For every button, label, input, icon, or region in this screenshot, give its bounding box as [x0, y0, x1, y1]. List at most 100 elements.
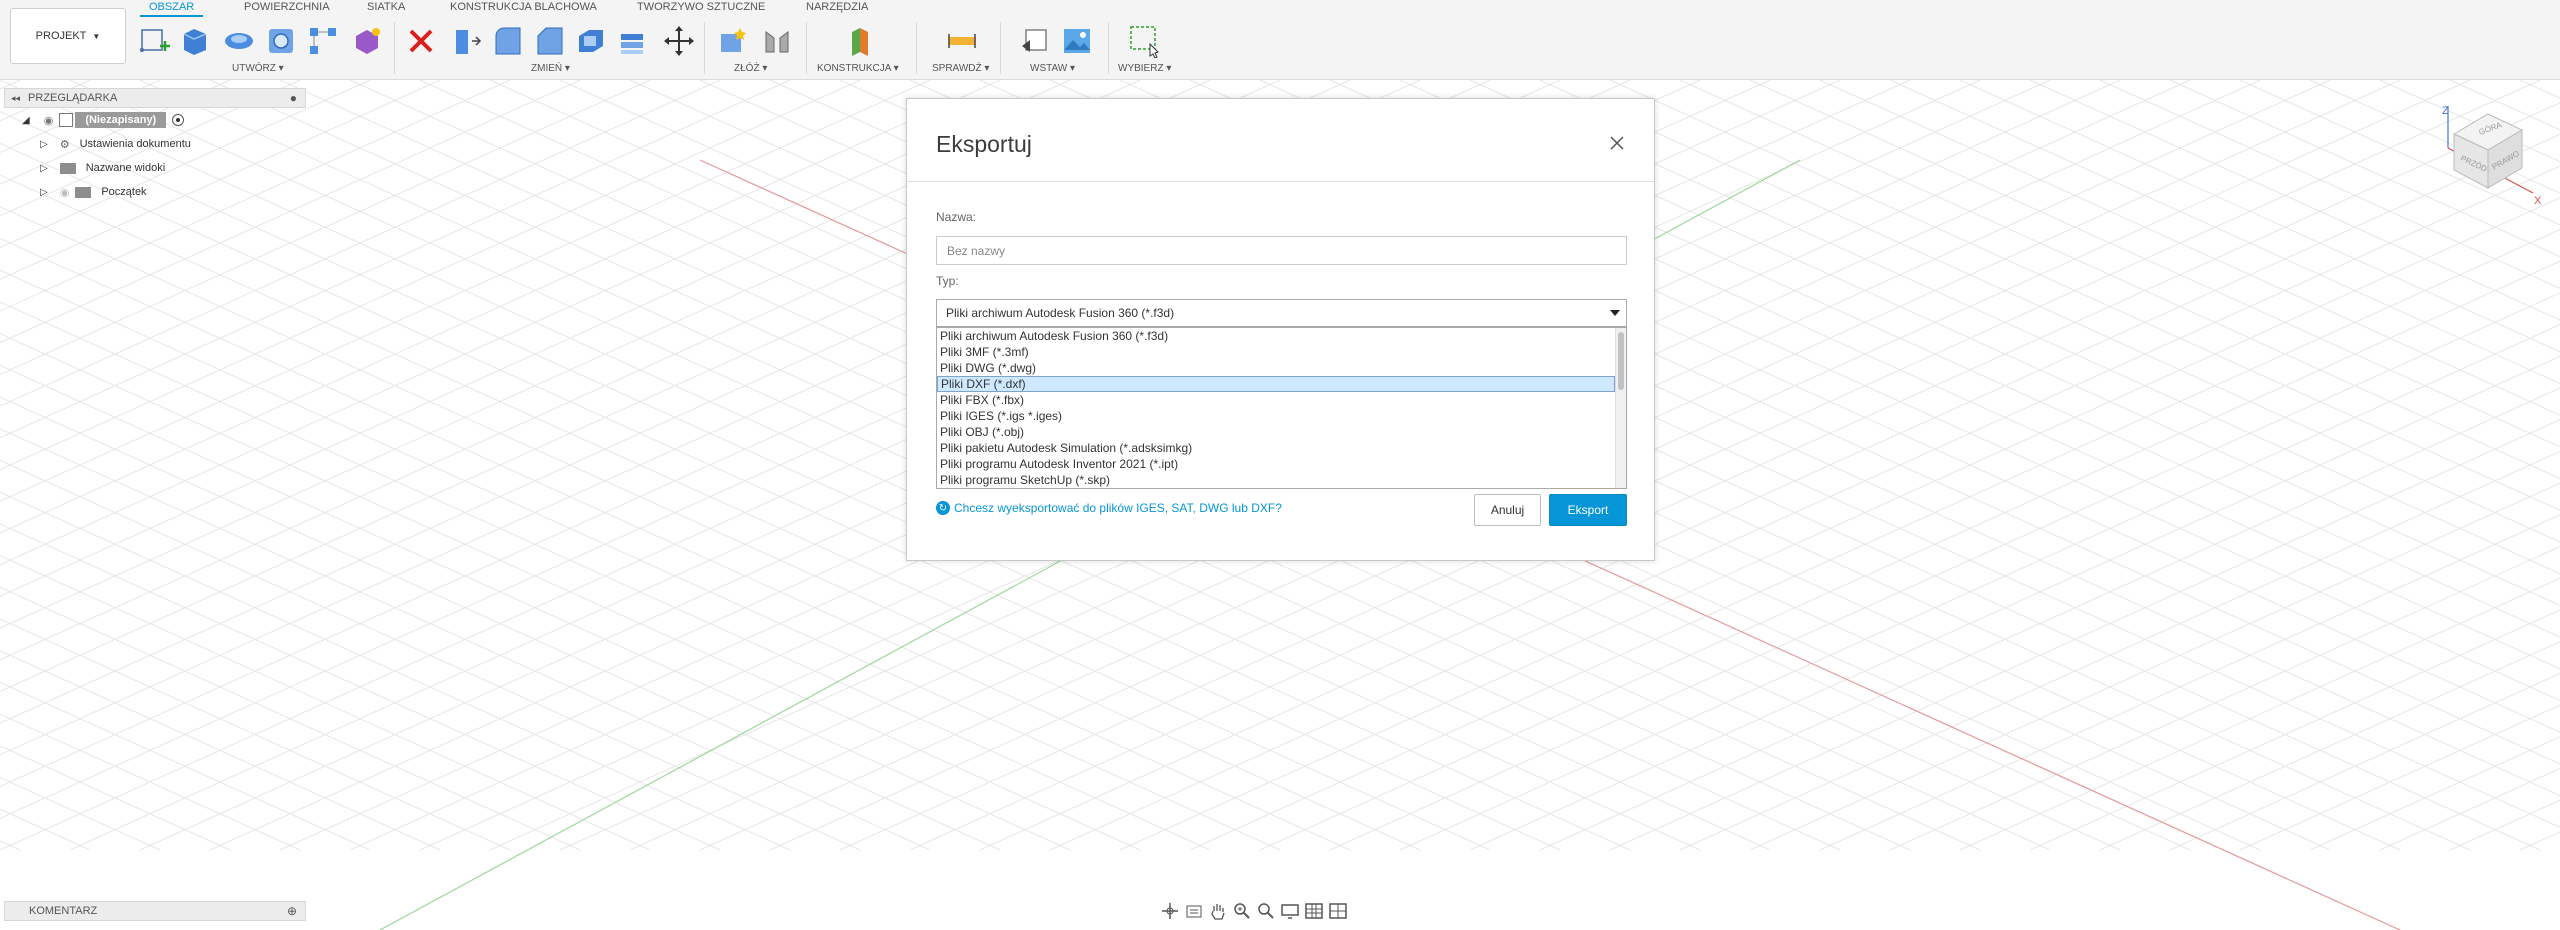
type-options-list[interactable]: Pliki archiwum Autodesk Fusion 360 (*.f3…	[936, 327, 1627, 489]
scrollbar-thumb[interactable]	[1618, 332, 1624, 390]
tab-powierzchnia[interactable]: POWIERZCHNIA	[244, 1, 330, 13]
expand-icon[interactable]: ◢	[22, 115, 30, 126]
export-dialog: Eksportuj Nazwa: Typ: Pliki archiwum Aut…	[906, 98, 1655, 561]
group-zloz-label: ZŁÓŻ	[734, 63, 760, 74]
list-scrollbar[interactable]	[1615, 328, 1626, 488]
group-utworz[interactable]: UTWÓRZ ▾	[232, 63, 284, 74]
insert-image-icon[interactable]	[1060, 24, 1094, 58]
browser-panel: ◂◂ PRZEGLĄDARKA ● ◢ ◉ (Niezapisany) ▷ ⚙ …	[4, 88, 306, 204]
tree-item-origin[interactable]: ▷ ◉ Początek	[4, 180, 306, 204]
grid-line	[1609, 80, 2560, 511]
group-zloz[interactable]: ZŁÓŻ ▾	[734, 63, 767, 74]
tree-item-named-views[interactable]: ▷ Nazwane widoki	[4, 156, 306, 180]
export-help-link[interactable]: ↻ Chcesz wyeksportować do plików IGES, S…	[936, 501, 1282, 515]
toolbar-separator	[916, 22, 917, 74]
group-wstaw-label: WSTAW	[1030, 63, 1068, 74]
grid-settings-icon[interactable]	[1304, 901, 1324, 921]
select-icon[interactable]	[1128, 24, 1162, 58]
view-cube[interactable]: Z X GÓRA PRZÓD PRAWO	[2440, 98, 2555, 208]
tree-item-document-settings[interactable]: ▷ ⚙ Ustawienia dokumentu	[4, 132, 306, 156]
project-button[interactable]: PROJEKT ▼	[10, 8, 126, 64]
press-pull-icon[interactable]	[448, 24, 482, 58]
tab-siatka[interactable]: SIATKA	[367, 1, 405, 13]
expand-arrow-icon[interactable]: ▷	[40, 187, 48, 198]
orbit-icon[interactable]	[1160, 901, 1180, 921]
add-comment-icon[interactable]: ⊕	[287, 904, 297, 918]
document-icon	[59, 113, 74, 127]
type-option[interactable]: Pliki FBX (*.fbx)	[937, 392, 1615, 408]
close-icon[interactable]	[1607, 133, 1627, 153]
dialog-title: Eksportuj	[936, 131, 1032, 157]
grid-line	[1539, 80, 2560, 543]
type-option[interactable]: Pliki archiwum Autodesk Fusion 360 (*.f3…	[937, 328, 1615, 344]
zoom-icon[interactable]	[1232, 901, 1252, 921]
type-select[interactable]: Pliki archiwum Autodesk Fusion 360 (*.f3…	[936, 299, 1627, 327]
revolve-icon[interactable]	[222, 24, 256, 58]
type-option[interactable]: Pliki pakietu Autodesk Simulation (*.ads…	[937, 440, 1615, 456]
tab-narzedzia[interactable]: NARZĘDZIA	[806, 1, 868, 13]
type-label: Typ:	[936, 274, 959, 288]
chevron-down-icon: ▼	[92, 31, 101, 41]
pin-icon[interactable]: ●	[290, 91, 297, 105]
chamfer-icon[interactable]	[532, 24, 566, 58]
type-option[interactable]: Pliki OBJ (*.obj)	[937, 424, 1615, 440]
group-konstrukcja[interactable]: KONSTRUKCJA ▾	[817, 63, 899, 74]
group-utworz-label: UTWÓRZ	[232, 63, 276, 74]
type-option[interactable]: Pliki 3MF (*.3mf)	[937, 344, 1615, 360]
type-select-value: Pliki archiwum Autodesk Fusion 360 (*.f3…	[946, 306, 1175, 320]
dropdown-arrow-icon[interactable]	[1610, 310, 1620, 316]
group-wstaw[interactable]: WSTAW ▾	[1030, 63, 1075, 74]
export-button[interactable]: Eksport	[1549, 494, 1627, 526]
grid-line	[1679, 450, 2560, 851]
project-label: PROJEKT	[35, 30, 87, 42]
help-refresh-icon: ↻	[936, 501, 950, 515]
viewports-icon[interactable]	[1328, 901, 1348, 921]
group-zmien[interactable]: ZMIEŃ ▾	[531, 63, 570, 74]
fillet-icon[interactable]	[490, 24, 524, 58]
tab-obszar[interactable]: OBSZAR	[140, 1, 204, 17]
combine-icon[interactable]	[616, 24, 650, 58]
delete-icon[interactable]	[404, 24, 438, 58]
measure-icon[interactable]	[945, 24, 979, 58]
tab-konstrukcja-blachowa[interactable]: KONSTRUKCJA BLACHOWA	[450, 1, 597, 13]
extrude-icon[interactable]	[178, 24, 212, 58]
tab-tworzywo-sztuczne[interactable]: TWORZYWO SZTUCZNE	[637, 1, 765, 13]
joint-icon[interactable]	[760, 24, 794, 58]
type-option-highlighted[interactable]: Pliki DXF (*.dxf)	[937, 376, 1615, 392]
browser-header: ◂◂ PRZEGLĄDARKA ●	[4, 88, 306, 108]
name-input[interactable]	[936, 236, 1627, 265]
construction-plane-icon[interactable]	[844, 24, 878, 58]
type-option[interactable]: Pliki programu Autodesk Inventor 2021 (*…	[937, 456, 1615, 472]
activate-radio-icon[interactable]	[172, 114, 185, 126]
grid-line	[1679, 80, 2560, 480]
visibility-eye-icon[interactable]: ◉	[44, 114, 54, 127]
move-icon[interactable]	[662, 24, 696, 58]
collapse-icon[interactable]: ◂◂	[11, 93, 20, 104]
cancel-button[interactable]: Anuluj	[1474, 494, 1541, 526]
help-link-text: Chcesz wyeksportować do plików IGES, SAT…	[954, 501, 1282, 515]
pattern-icon[interactable]	[306, 24, 340, 58]
hole-icon[interactable]	[264, 24, 298, 58]
tree-root[interactable]: ◢ ◉ (Niezapisany)	[4, 108, 306, 132]
group-wybierz[interactable]: WYBIERZ ▾	[1118, 63, 1171, 74]
group-sprawdz[interactable]: SPRAWDŹ ▾	[932, 63, 989, 74]
insert-derive-icon[interactable]	[1018, 24, 1052, 58]
expand-arrow-icon[interactable]: ▷	[40, 163, 48, 174]
sketch-icon[interactable]	[138, 24, 172, 58]
fusion-app: { "toolbar": { "project_label": "PROJEKT…	[0, 0, 2560, 930]
shell-icon[interactable]	[574, 24, 608, 58]
fit-icon[interactable]	[1256, 901, 1276, 921]
form-icon[interactable]	[350, 24, 384, 58]
comments-header[interactable]: KOMENTARZ ⊕	[4, 901, 306, 921]
pan-hand-icon[interactable]	[1208, 901, 1228, 921]
expand-arrow-icon[interactable]: ▷	[40, 139, 48, 150]
display-settings-icon[interactable]	[1280, 901, 1300, 921]
new-component-icon[interactable]	[716, 24, 750, 58]
type-option[interactable]: Pliki DWG (*.dwg)	[937, 360, 1615, 376]
look-at-icon[interactable]	[1184, 901, 1204, 921]
toolbar-separator	[704, 22, 705, 74]
type-option[interactable]: Pliki IGES (*.igs *.iges)	[937, 408, 1615, 424]
type-option[interactable]: Pliki programu SketchUp (*.skp)	[937, 472, 1615, 488]
grid-line	[1609, 419, 2560, 851]
visibility-eye-icon[interactable]: ◉	[60, 186, 70, 199]
